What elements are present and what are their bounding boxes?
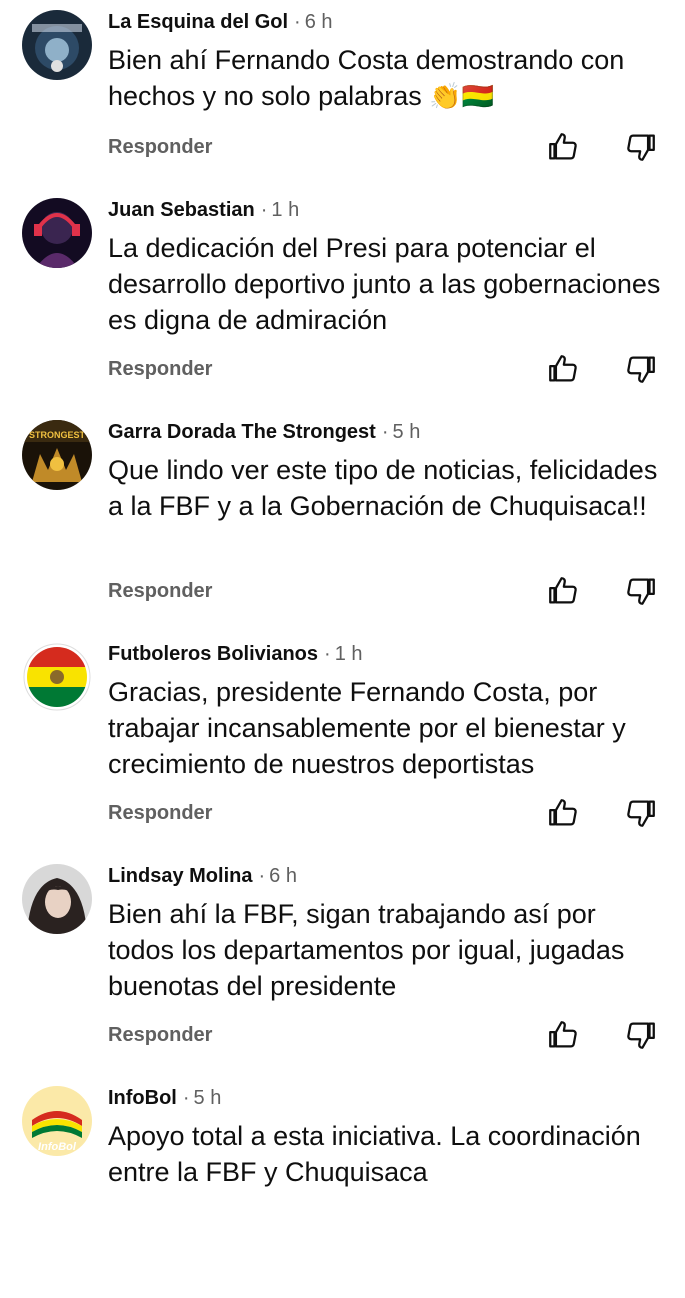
timestamp[interactable]: 6 h	[305, 11, 333, 33]
author-name[interactable]: InfoBol	[108, 1087, 177, 1109]
avatar[interactable]	[22, 10, 92, 80]
separator: ·	[258, 865, 266, 887]
timestamp[interactable]: 6 h	[269, 865, 297, 887]
timestamp[interactable]: 1 h	[335, 643, 363, 665]
thumbs-down-icon	[627, 578, 655, 605]
like-button[interactable]	[546, 796, 580, 830]
dislike-button[interactable]	[624, 130, 658, 164]
thumbs-down-icon	[627, 356, 655, 383]
dislike-button[interactable]	[624, 574, 658, 608]
thumbs-down-icon	[627, 134, 655, 161]
separator: ·	[324, 643, 331, 665]
separator: ·	[381, 421, 389, 443]
comment-text: Bien ahí la FBF, sigan trabajando así po…	[108, 899, 625, 1001]
comment-header: InfoBol · 5 h	[108, 1086, 221, 1110]
thumbs-down-icon	[627, 1022, 655, 1049]
timestamp[interactable]: 1 h	[271, 199, 299, 221]
dislike-button[interactable]	[624, 1018, 658, 1052]
dislike-button[interactable]	[624, 352, 658, 386]
comment: Lindsay Molina · 6 h Bien ahí la FBF, siga…	[0, 854, 685, 1076]
reply-button[interactable]: Responder	[108, 136, 212, 159]
thumbs-up-icon	[549, 577, 577, 604]
infobol-logo-text: InfoBol	[38, 1141, 77, 1153]
thumbs-up-icon	[549, 133, 577, 160]
avatar[interactable]: InfoBol	[22, 1086, 92, 1156]
author-name[interactable]: La Esquina del Gol	[108, 11, 288, 33]
comment: Futboleros Bolivianos · 1 h Gracias, presi…	[0, 632, 685, 854]
emoji-clap-flag: 👏🇧🇴	[429, 81, 494, 111]
futboleros-bolivianos-avatar-icon	[22, 642, 92, 712]
like-button[interactable]	[546, 352, 580, 386]
comment-text: Apoyo total a esta iniciativa. La coordi…	[108, 1121, 641, 1187]
timestamp[interactable]: 5 h	[194, 1087, 222, 1109]
separator: ·	[182, 1087, 190, 1109]
avatar[interactable]	[22, 198, 92, 268]
comment-header: La Esquina del Gol · 6 h	[108, 10, 333, 34]
comment-header: Garra Dorada The Strongest · 5 h	[108, 420, 420, 444]
reply-button[interactable]: Responder	[108, 1024, 212, 1047]
reply-button[interactable]: Responder	[108, 580, 212, 603]
author-name[interactable]: Juan Sebastian	[108, 199, 255, 221]
reply-button[interactable]: Responder	[108, 802, 212, 825]
separator: ·	[260, 199, 268, 221]
la-esquina-del-gol-avatar-icon	[22, 10, 92, 80]
comment: Juan Sebastian · 1 h La dedicación del Pre…	[0, 188, 685, 410]
thumbs-up-icon	[549, 1021, 577, 1048]
comment-actions: Responder	[0, 574, 685, 614]
comment-text: Gracias, presidente Fernando Costa, por …	[108, 677, 626, 779]
comment-actions: Responder	[0, 352, 685, 392]
reply-button[interactable]: Responder	[108, 358, 212, 381]
lindsay-molina-avatar-icon	[22, 864, 92, 934]
thumbs-down-icon	[627, 800, 655, 827]
thumbs-up-icon	[549, 355, 577, 382]
like-button[interactable]	[546, 574, 580, 608]
comment: InfoBol InfoBol · 5 h Apoyo total a esta i…	[0, 1076, 685, 1298]
comment-text: Bien ahí Fernando Costa demostrando con …	[108, 42, 668, 114]
comment-header: Juan Sebastian · 1 h	[108, 198, 299, 222]
avatar[interactable]: STRONGEST	[22, 420, 92, 490]
avatar[interactable]	[22, 864, 92, 934]
juan-sebastian-avatar-icon	[22, 198, 92, 268]
avatar[interactable]	[22, 642, 92, 712]
author-name[interactable]: Lindsay Molina	[108, 865, 252, 887]
dislike-button[interactable]	[624, 796, 658, 830]
comment-header: Lindsay Molina · 6 h	[108, 864, 297, 888]
author-name[interactable]: Futboleros Bolivianos	[108, 643, 318, 665]
comment: STRONGEST Garra Dorada The Strongest · 5 h…	[0, 410, 685, 632]
comment-actions: Responder	[0, 1018, 685, 1058]
separator: ·	[294, 11, 301, 33]
svg-text:STRONGEST: STRONGEST	[29, 430, 86, 440]
infobol-avatar-icon: InfoBol	[22, 1086, 92, 1156]
author-name[interactable]: Garra Dorada The Strongest	[108, 421, 376, 443]
comment-actions: Responder	[0, 796, 685, 836]
comment-text: La dedicación del Presi para potenciar e…	[108, 233, 661, 335]
like-button[interactable]	[546, 1018, 580, 1052]
thumbs-up-icon	[549, 799, 577, 826]
timestamp[interactable]: 5 h	[393, 421, 421, 443]
like-button[interactable]	[546, 130, 580, 164]
garra-dorada-avatar-icon: STRONGEST	[22, 420, 92, 490]
comment-actions: Responder	[0, 130, 685, 170]
comment-header: Futboleros Bolivianos · 1 h	[108, 642, 363, 666]
comment-body: Bien ahí Fernando Costa demostrando con …	[108, 45, 625, 111]
comment-text: Que lindo ver este tipo de noticias, fel…	[108, 455, 658, 521]
